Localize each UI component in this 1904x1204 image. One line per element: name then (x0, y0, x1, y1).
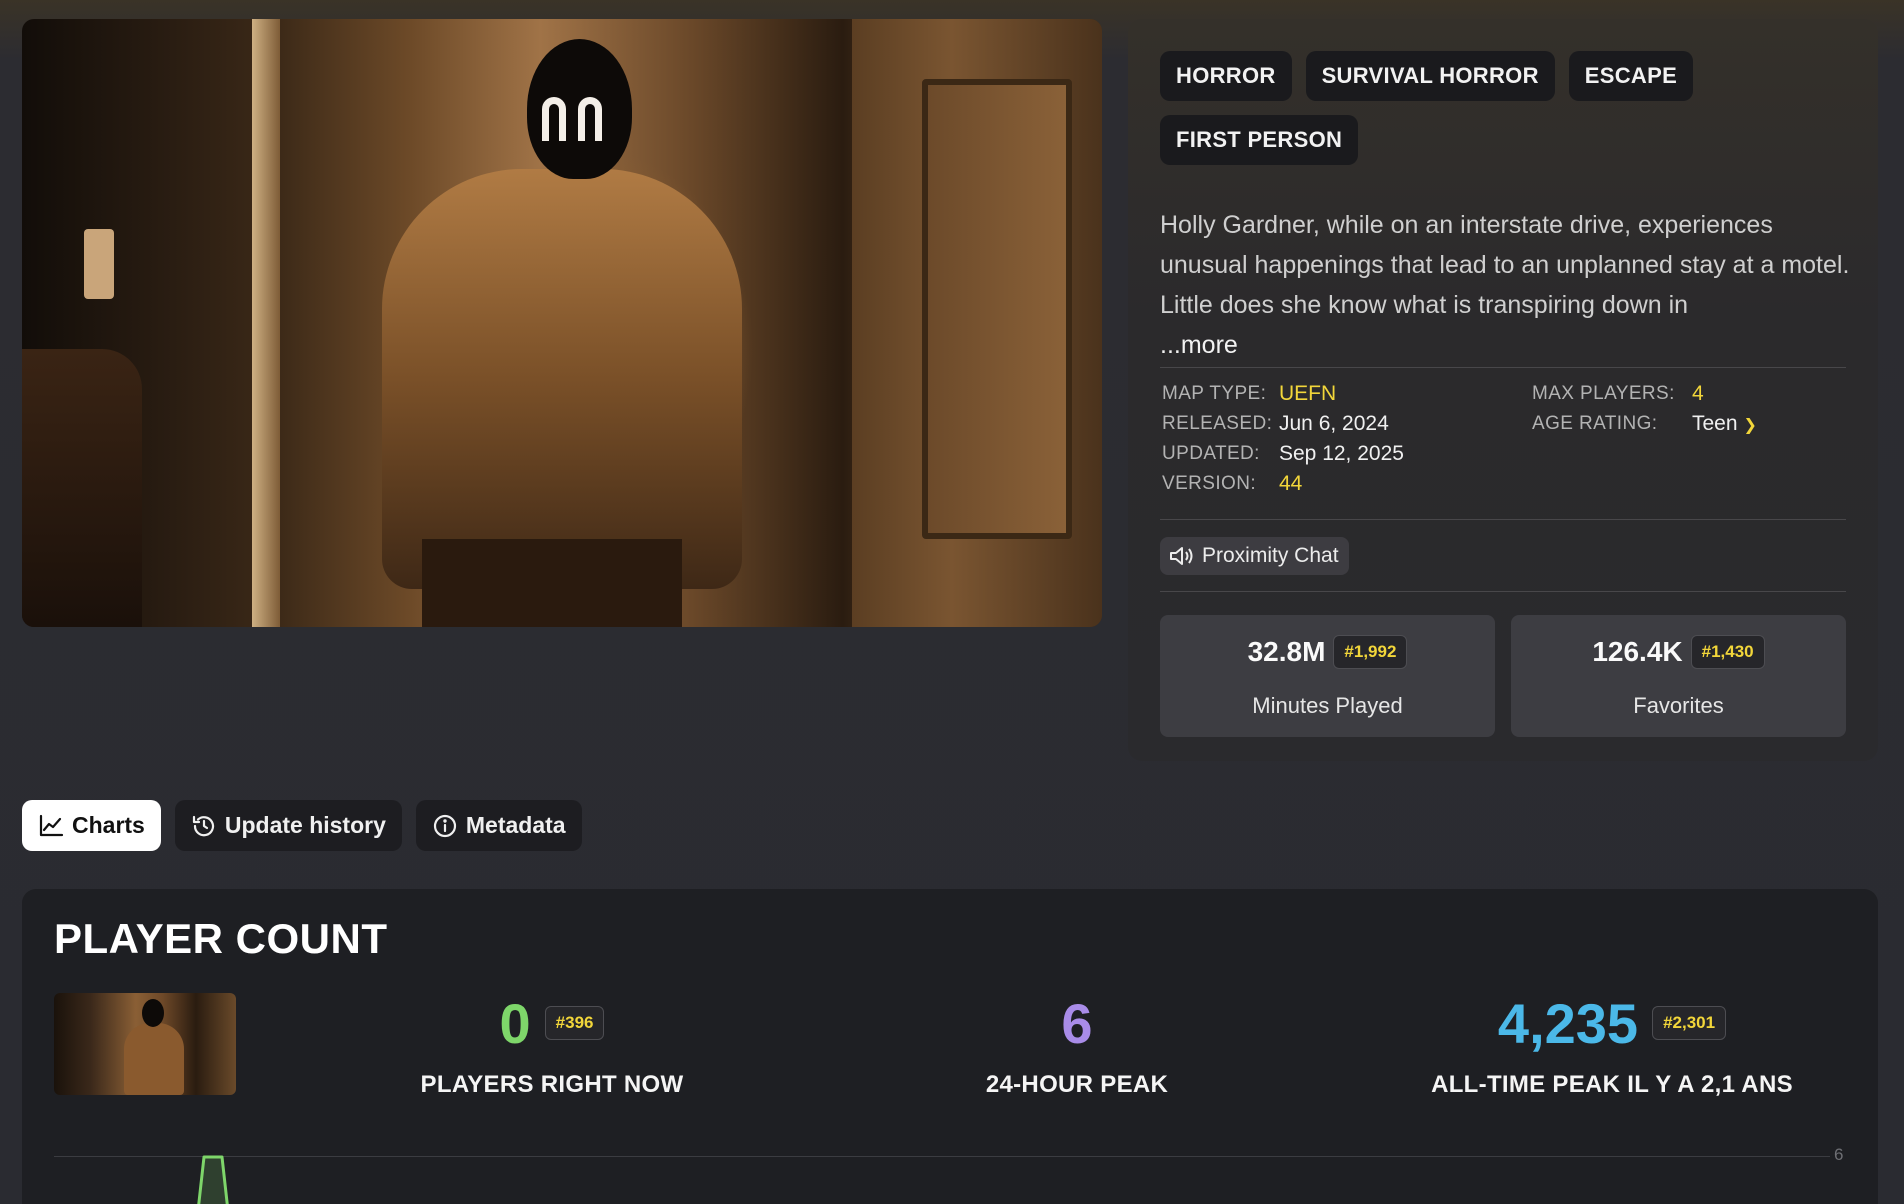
tab-charts[interactable]: Charts (22, 800, 161, 851)
history-icon (192, 815, 214, 836)
line-chart-icon (39, 814, 64, 836)
favorites-value: 126.4K (1592, 636, 1683, 667)
released-label: RELEASED: (1162, 413, 1273, 434)
updated-label: UPDATED: (1162, 443, 1260, 464)
tag-escape[interactable]: ESCAPE (1568, 51, 1694, 101)
info-icon (433, 814, 456, 837)
version-value: 44 (1279, 472, 1303, 495)
player-count-chart (197, 1155, 229, 1204)
door-frame-shape (252, 19, 280, 627)
tab-update-history[interactable]: Update history (174, 800, 402, 851)
figure-eye-left (542, 97, 566, 141)
door-panel-shape (922, 79, 1072, 539)
description-text: Holly Gardner, while on an interstate dr… (1160, 211, 1850, 319)
peak-24h-label: 24-HOUR PEAK (985, 1071, 1169, 1098)
player-count-panel: PLAYER COUNT 0 #396 PLAYERS RIGHT NOW 6 … (22, 889, 1878, 1204)
figure-legs-shape (422, 539, 682, 627)
figure-body-shape (382, 169, 742, 589)
max-players-value: 4 (1692, 382, 1704, 405)
info-panel: HORROR SURVIVAL HORROR ESCAPE FIRST PERS… (1128, 19, 1878, 761)
all-time-peak-rank: #2,301 (1652, 1006, 1727, 1040)
tag-first-person[interactable]: FIRST PERSON (1160, 115, 1359, 165)
max-players-label: MAX PLAYERS: (1532, 383, 1675, 404)
tab-charts-label: Charts (72, 812, 145, 838)
favorites-label: Favorites (1633, 693, 1724, 718)
minutes-played-card: 32.8M #1,992 Minutes Played (1160, 615, 1495, 737)
peak-24h-stat: 6 24-HOUR PEAK (872, 989, 1282, 1099)
figure-eye-right (578, 97, 602, 141)
version-label: VERSION: (1162, 473, 1256, 494)
tab-update-history-label: Update history (224, 812, 386, 838)
chevron-down-icon: ❯ (1743, 417, 1757, 434)
minutes-played-value: 32.8M (1247, 636, 1326, 667)
peak-24h-value: 6 (1061, 991, 1093, 1055)
age-rating-label: AGE RATING: (1532, 413, 1658, 434)
favorites-rank: #1,430 (1690, 635, 1765, 669)
updated-value: Sep 12, 2025 (1279, 442, 1404, 465)
view-tabs: Charts Update history Metadata (22, 800, 582, 851)
proximity-chat-badge: Proximity Chat (1160, 537, 1349, 575)
minutes-played-rank: #1,992 (1333, 635, 1408, 669)
all-time-peak-stat: 4,235 #2,301 ALL-TIME PEAK IL Y A 2,1 AN… (1372, 989, 1852, 1099)
y-axis-max-label: 6 (1834, 1145, 1844, 1164)
favorites-card: 126.4K #1,430 Favorites (1511, 615, 1846, 737)
divider (1160, 367, 1846, 368)
tag-survival-horror[interactable]: SURVIVAL HORROR (1305, 51, 1555, 101)
light-switch-shape (84, 229, 114, 299)
map-thumbnail (54, 993, 236, 1095)
released-value: Jun 6, 2024 (1279, 412, 1389, 435)
chart-series-spike (197, 1155, 229, 1204)
hero-image (22, 19, 1102, 627)
tag-horror[interactable]: HORROR (1160, 51, 1292, 101)
all-time-peak-value: 4,235 (1497, 991, 1639, 1055)
tab-metadata[interactable]: Metadata (415, 800, 582, 851)
map-type-value: UEFN (1279, 382, 1337, 405)
proximity-chat-label: Proximity Chat (1202, 544, 1339, 567)
minutes-played-label: Minutes Played (1252, 693, 1403, 718)
thumbnail-figure-head (142, 999, 164, 1027)
players-now-stat: 0 #396 PLAYERS RIGHT NOW (347, 989, 757, 1099)
thumbnail-figure-body (124, 1023, 184, 1095)
players-now-rank: #396 (544, 1006, 605, 1040)
map-type-label: MAP TYPE: (1162, 383, 1267, 404)
tag-list: HORROR SURVIVAL HORROR ESCAPE FIRST PERS… (1160, 51, 1850, 165)
divider (1160, 591, 1846, 592)
player-count-title: PLAYER COUNT (54, 915, 388, 962)
chair-shape (22, 349, 142, 627)
players-now-label: PLAYERS RIGHT NOW (420, 1071, 684, 1098)
players-now-value: 0 (499, 991, 531, 1055)
tab-metadata-label: Metadata (465, 812, 566, 838)
more-link[interactable]: ...more (1160, 331, 1238, 360)
age-rating-value: Teen (1692, 412, 1738, 435)
divider (1160, 519, 1846, 520)
all-time-peak-label: ALL-TIME PEAK IL Y A 2,1 ANS (1431, 1071, 1793, 1098)
age-rating-dropdown[interactable]: Teen ❯ (1692, 412, 1757, 436)
speaker-icon (1170, 547, 1193, 565)
